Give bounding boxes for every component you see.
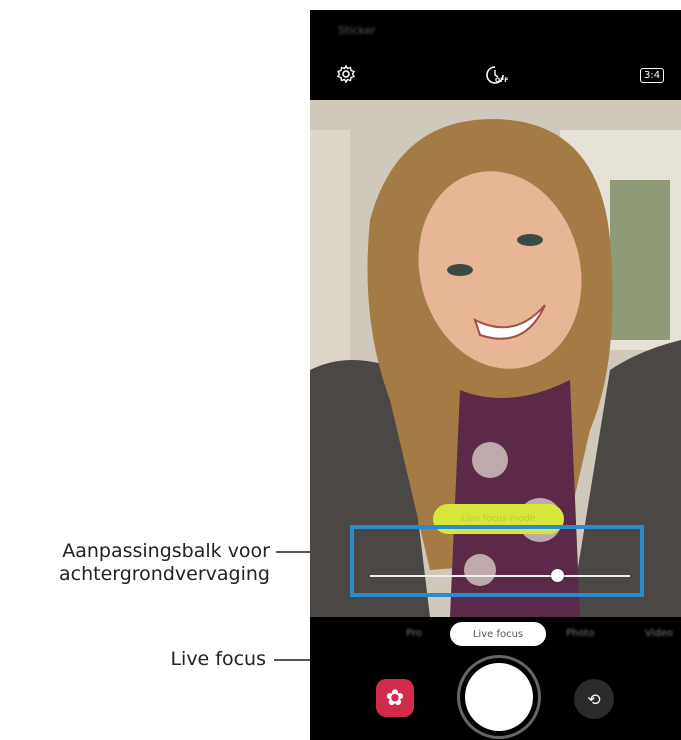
timer-off-label: OFF	[495, 77, 509, 84]
mode-live-focus[interactable]: Live focus	[450, 622, 546, 646]
switch-camera-icon: ⟲	[587, 689, 601, 709]
switch-camera-button[interactable]: ⟲	[574, 679, 614, 719]
live-focus-callout-label: Live focus	[170, 648, 266, 670]
blur-slider-track[interactable]	[370, 569, 630, 582]
mode-pro[interactable]: Pro	[406, 628, 422, 639]
timer-button[interactable]: OFF	[484, 64, 509, 90]
shutter-button[interactable]	[465, 663, 533, 731]
flower-icon: ✿	[385, 685, 405, 711]
camera-screen: Sticker OFF 3:4 Live focus mode Pro Live…	[310, 10, 681, 740]
mode-video[interactable]: Video	[645, 628, 673, 639]
settings-button[interactable]	[336, 64, 356, 88]
blur-slider-handle[interactable]	[551, 569, 565, 582]
status-text: Sticker	[338, 24, 376, 37]
aspect-ratio-button[interactable]: 3:4	[640, 68, 665, 83]
effects-button[interactable]: ✿	[376, 679, 414, 717]
gear-icon	[336, 64, 356, 84]
blur-bar-callout-label: Aanpassingsbalk voor achtergrondvervagin…	[58, 540, 270, 585]
mode-photo[interactable]: Photo	[566, 628, 595, 639]
background-blur-adjustment-bar[interactable]	[350, 525, 644, 597]
camera-mode-selector: Pro Live focus Photo Video	[310, 620, 681, 650]
